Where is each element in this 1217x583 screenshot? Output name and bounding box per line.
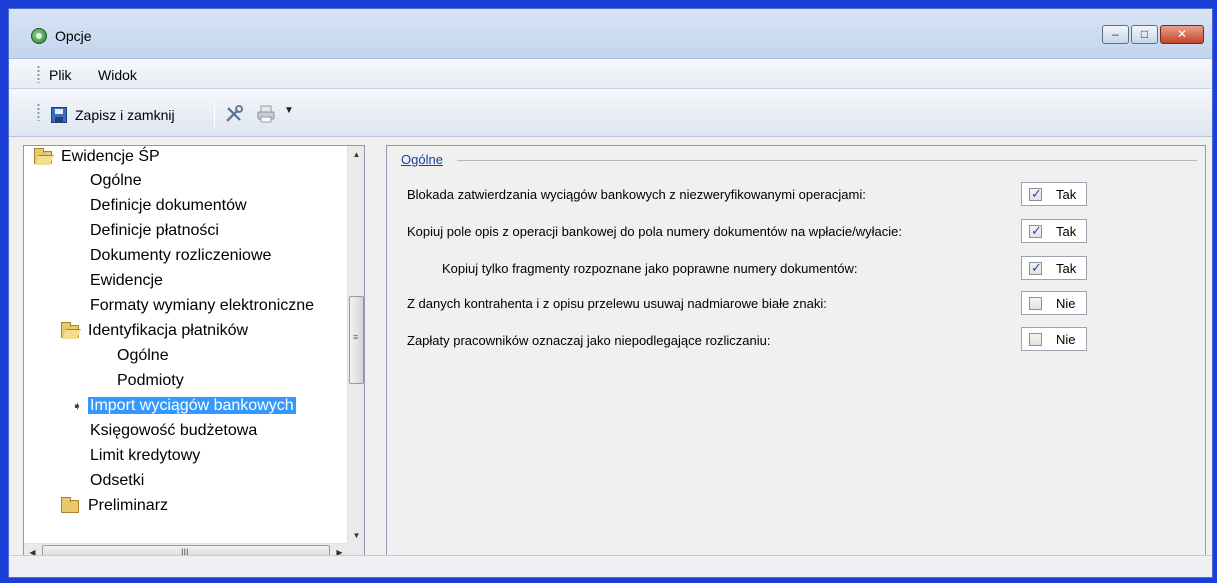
minimize-icon: – bbox=[1112, 27, 1119, 41]
floppy-disk-icon bbox=[51, 107, 67, 123]
scroll-grip-icon: ≡ bbox=[353, 332, 359, 342]
group-divider bbox=[457, 160, 1197, 161]
app-logo-icon bbox=[31, 28, 47, 44]
toolbar-separator bbox=[214, 101, 215, 129]
tree-item-definicje-platnosci[interactable]: Definicje płatności bbox=[90, 220, 219, 242]
tree-item-label: Definicje płatności bbox=[90, 222, 219, 239]
tree-item-label: Księgowość budżetowa bbox=[90, 422, 258, 439]
save-and-close-button[interactable]: Zapisz i zamknij bbox=[51, 104, 175, 126]
option-toggle-blokada[interactable]: Tak bbox=[1021, 182, 1087, 206]
checkbox[interactable] bbox=[1029, 223, 1042, 239]
tree-content: Ewidencje ŚP Ogólne Definicje dokumentów… bbox=[24, 146, 348, 544]
tree-item-label: Ogólne bbox=[117, 347, 169, 364]
tree-item-label: Odsetki bbox=[90, 472, 145, 489]
minimize-button[interactable]: – bbox=[1102, 25, 1129, 44]
tree-item-dokumenty-rozliczeniowe[interactable]: Dokumenty rozliczeniowe bbox=[90, 245, 271, 267]
option-label-kopiuj-opis: Kopiuj pole opis z operacji bankowej do … bbox=[407, 224, 903, 239]
title-bar[interactable]: Opcje – □ ✕ bbox=[9, 9, 1212, 59]
scroll-down-icon[interactable]: ▼ bbox=[348, 527, 365, 544]
tools-icon[interactable] bbox=[224, 104, 244, 124]
window-controls: – □ ✕ bbox=[1102, 25, 1204, 44]
menu-bar: Plik Widok bbox=[9, 59, 1212, 89]
maximize-icon: □ bbox=[1140, 27, 1149, 41]
tree-item-ewidencje[interactable]: Ewidencje bbox=[90, 270, 163, 292]
vertical-scroll-thumb[interactable]: ≡ bbox=[349, 296, 364, 384]
maximize-button[interactable]: □ bbox=[1131, 25, 1158, 44]
tree-item-label: Dokumenty rozliczeniowe bbox=[90, 247, 272, 264]
settings-panel: Ogólne Blokada zatwierdzania wyciągów ba… bbox=[386, 145, 1206, 561]
close-icon: ✕ bbox=[1176, 27, 1188, 41]
folder-icon bbox=[61, 497, 79, 513]
checkbox[interactable] bbox=[1029, 186, 1042, 202]
option-value: Nie bbox=[1056, 332, 1076, 347]
tree-item-ksiegowosc-budzetowa[interactable]: Księgowość budżetowa bbox=[90, 420, 257, 442]
tree-item-label: Limit kredytowy bbox=[90, 447, 201, 464]
checkbox[interactable] bbox=[1029, 297, 1042, 310]
tree-item-label: Formaty wymiany elektroniczne bbox=[90, 297, 315, 314]
option-label-biale-znaki: Z danych kontrahenta i z opisu przelewu … bbox=[407, 296, 827, 311]
tree-item-label: Identyfikacja płatników bbox=[88, 322, 249, 339]
save-and-close-label: Zapisz i zamknij bbox=[75, 107, 175, 123]
scroll-up-icon[interactable]: ▲ bbox=[348, 146, 365, 163]
group-title-ogolne: Ogólne bbox=[401, 152, 443, 167]
options-window: Opcje – □ ✕ Plik Widok Zapisz i zamknij bbox=[8, 8, 1213, 578]
option-toggle-kopiuj-fragmenty[interactable]: Tak bbox=[1021, 256, 1087, 280]
tree-item-label: Ewidencje ŚP bbox=[61, 148, 160, 165]
tree-item-limit-kredytowy[interactable]: Limit kredytowy bbox=[90, 445, 200, 467]
option-label-blokada: Blokada zatwierdzania wyciągów bankowych… bbox=[407, 187, 866, 202]
tree-item-label: Ewidencje bbox=[90, 272, 163, 289]
folder-open-icon bbox=[61, 322, 79, 338]
current-item-arrow-icon: ➧ bbox=[72, 399, 83, 413]
option-value: Tak bbox=[1056, 261, 1077, 276]
tree-item-label: Ogólne bbox=[90, 172, 142, 189]
tree-item-ogolne[interactable]: Ogólne bbox=[90, 170, 142, 192]
option-toggle-biale-znaki[interactable]: Nie bbox=[1021, 291, 1087, 315]
tree-item-import-wyciagow[interactable]: Import wyciągów bankowych bbox=[88, 395, 296, 417]
close-button[interactable]: ✕ bbox=[1160, 25, 1204, 44]
tree-item-definicje-dokumentow[interactable]: Definicje dokumentów bbox=[90, 195, 247, 217]
printer-icon[interactable] bbox=[256, 104, 276, 124]
tree-item-podmioty[interactable]: Podmioty bbox=[117, 370, 184, 392]
tree-item-odsetki[interactable]: Odsetki bbox=[90, 470, 144, 492]
tree-item-formaty-wymiany[interactable]: Formaty wymiany elektroniczne bbox=[90, 295, 314, 317]
option-toggle-zaplaty-pracownikow[interactable]: Nie bbox=[1021, 327, 1087, 351]
menu-plik[interactable]: Plik bbox=[49, 67, 72, 83]
menu-widok[interactable]: Widok bbox=[98, 67, 137, 83]
settings-tree[interactable]: Ewidencje ŚP Ogólne Definicje dokumentów… bbox=[23, 145, 365, 561]
checkbox[interactable] bbox=[1029, 333, 1042, 346]
tree-item-preliminarz[interactable]: Preliminarz bbox=[61, 495, 168, 517]
tree-item-label: Import wyciągów bankowych bbox=[88, 397, 296, 414]
checkbox[interactable] bbox=[1029, 260, 1042, 276]
toolbar-grip[interactable] bbox=[37, 103, 40, 121]
option-toggle-kopiuj-opis[interactable]: Tak bbox=[1021, 219, 1087, 243]
option-label-zaplaty-pracownikow: Zapłaty pracowników oznaczaj jako niepod… bbox=[407, 333, 771, 348]
toolbar: Zapisz i zamknij ▼ bbox=[9, 89, 1212, 137]
menu-plik-label: Plik bbox=[49, 67, 72, 83]
status-bar bbox=[9, 555, 1212, 577]
option-label-kopiuj-fragmenty: Kopiuj tylko fragmenty rozpoznane jako p… bbox=[442, 261, 858, 276]
option-value: Nie bbox=[1056, 296, 1076, 311]
tree-item-label: Podmioty bbox=[117, 372, 184, 389]
tree-item-label: Preliminarz bbox=[88, 497, 169, 514]
tree-item-ewidencje-sp[interactable]: Ewidencje ŚP bbox=[34, 146, 160, 168]
menu-widok-label: Widok bbox=[98, 67, 137, 83]
option-value: Tak bbox=[1056, 224, 1077, 239]
window-title: Opcje bbox=[55, 28, 92, 44]
folder-open-icon bbox=[34, 148, 52, 164]
chevron-down-icon[interactable]: ▼ bbox=[284, 105, 294, 116]
tree-item-label: Definicje dokumentów bbox=[90, 197, 247, 214]
menu-grip[interactable] bbox=[37, 65, 40, 83]
tree-item-identyfikacja-platnikow[interactable]: Identyfikacja płatników bbox=[61, 320, 248, 342]
tree-vertical-scrollbar[interactable]: ▲ ≡ ▼ bbox=[347, 146, 364, 544]
option-value: Tak bbox=[1056, 187, 1077, 202]
tree-item-identyfikacja-ogolne[interactable]: Ogólne bbox=[117, 345, 169, 367]
